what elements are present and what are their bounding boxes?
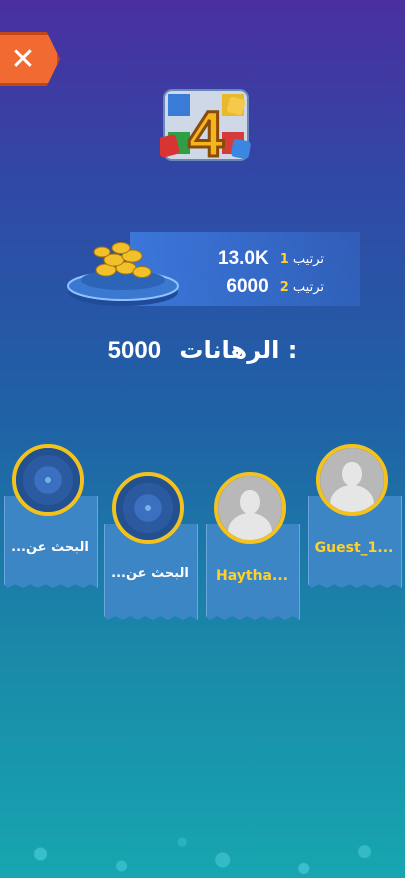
rank-1-row: 13.0K 1 ترتيب — [218, 248, 324, 270]
close-icon: ✕ — [10, 41, 36, 77]
rank-2-amount: 6000 — [226, 276, 269, 297]
bet-label: الرهانات : — [179, 336, 298, 364]
player-slot-haytha: Haytha... — [206, 472, 300, 622]
rank-2-row: 6000 2 ترتيب — [226, 276, 324, 298]
close-button[interactable]: ✕ — [0, 32, 60, 86]
player-name: Guest_1... — [314, 540, 394, 556]
rank-1-amount: 13.0K — [218, 248, 269, 269]
background-bokeh — [0, 758, 405, 878]
searching-radar-avatar — [112, 472, 184, 544]
player-slot-searching-2: ...البحث عن — [104, 472, 198, 622]
ludo-game-logo: 4 — [160, 89, 251, 172]
rank-1-label: 1 ترتيب — [277, 252, 324, 267]
player-avatar — [214, 472, 286, 544]
radar-icon — [16, 448, 80, 512]
player-slot-searching-1: ...البحث عن — [4, 444, 98, 594]
coins-pedestal-icon — [67, 242, 179, 306]
avatar-silhouette-icon — [218, 476, 282, 540]
avatar-silhouette-icon — [320, 448, 384, 512]
reward-panel: 13.0K 1 ترتيب 6000 2 ترتيب — [66, 230, 360, 308]
rank-2-label: 2 ترتيب — [277, 280, 324, 295]
player-avatar — [316, 444, 388, 516]
game-badge-number: 4 — [188, 98, 224, 170]
player-name: Haytha... — [216, 568, 288, 584]
radar-icon — [116, 476, 180, 540]
player-slot-guest: Guest_1... — [308, 444, 402, 594]
bet-display: 5000 الرهانات : — [0, 336, 405, 365]
rank-1-text: ترتيب — [292, 251, 324, 267]
rank-2-text: ترتيب — [292, 279, 324, 295]
player-name: ...البحث عن — [11, 540, 89, 555]
rank-2-number: 2 — [279, 279, 289, 295]
bet-amount: 5000 — [107, 337, 162, 364]
searching-radar-avatar — [12, 444, 84, 516]
rank-1-number: 1 — [279, 251, 289, 267]
player-name: ...البحث عن — [111, 566, 189, 581]
